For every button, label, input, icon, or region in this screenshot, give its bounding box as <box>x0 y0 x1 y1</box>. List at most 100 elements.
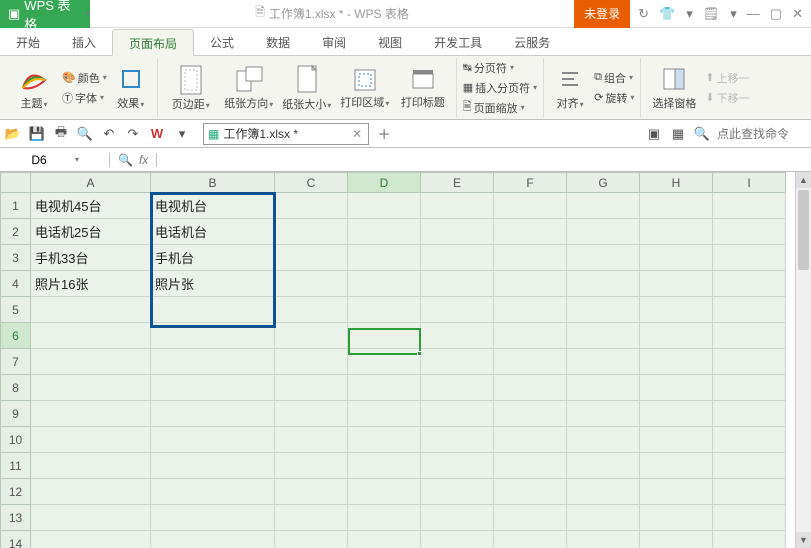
row-9[interactable]: 9 <box>1 401 31 427</box>
cell-A10[interactable] <box>31 427 151 453</box>
cell-H3[interactable] <box>640 245 713 271</box>
cell-F2[interactable] <box>494 219 567 245</box>
doc-tab-close[interactable]: ✕ <box>352 127 362 141</box>
cell-G1[interactable] <box>567 193 640 219</box>
cell-E6[interactable] <box>421 323 494 349</box>
row-7[interactable]: 7 <box>1 349 31 375</box>
close-button[interactable]: ✕ <box>792 6 803 22</box>
cell-F7[interactable] <box>494 349 567 375</box>
cell-E11[interactable] <box>421 453 494 479</box>
qat-dropdown[interactable]: ▾ <box>173 125 191 143</box>
menu-cloud[interactable]: 云服务 <box>498 28 566 55</box>
cell-E9[interactable] <box>421 401 494 427</box>
cell-C10[interactable] <box>275 427 348 453</box>
cell-A11[interactable] <box>31 453 151 479</box>
cell-D10[interactable] <box>348 427 421 453</box>
cell-F8[interactable] <box>494 375 567 401</box>
cell-A12[interactable] <box>31 479 151 505</box>
pagezoom-button[interactable]: 🗎页面缩放▾ <box>463 99 537 117</box>
cell-D8[interactable] <box>348 375 421 401</box>
col-G[interactable]: G <box>567 173 640 193</box>
cell-H13[interactable] <box>640 505 713 531</box>
shirt-icon[interactable]: 👕 <box>659 6 675 22</box>
cell-H5[interactable] <box>640 297 713 323</box>
row-4[interactable]: 4 <box>1 271 31 297</box>
cell-A3[interactable]: 手机33台 <box>31 245 151 271</box>
cell-C14[interactable] <box>275 531 348 548</box>
cell-E8[interactable] <box>421 375 494 401</box>
note-dd-icon[interactable]: ▾ <box>730 6 737 22</box>
cell-I6[interactable] <box>713 323 786 349</box>
cell-B4[interactable]: 照片张 <box>151 271 275 297</box>
cell-H6[interactable] <box>640 323 713 349</box>
newtab-button[interactable]: ＋ <box>375 125 393 143</box>
row-2[interactable]: 2 <box>1 219 31 245</box>
align-button[interactable]: 对齐▾ <box>550 59 590 117</box>
cell-H4[interactable] <box>640 271 713 297</box>
cell-A5[interactable] <box>31 297 151 323</box>
cell-E2[interactable] <box>421 219 494 245</box>
papersize-button[interactable]: 纸张大小▾ <box>280 59 334 117</box>
cell-B6[interactable] <box>151 323 275 349</box>
cell-I1[interactable] <box>713 193 786 219</box>
cell-I14[interactable] <box>713 531 786 548</box>
col-B[interactable]: B <box>151 173 275 193</box>
font-button[interactable]: Ⓣ字体▾ <box>62 89 107 107</box>
menu-review[interactable]: 审阅 <box>306 28 362 55</box>
cell-F3[interactable] <box>494 245 567 271</box>
cell-B14[interactable] <box>151 531 275 548</box>
cell-D12[interactable] <box>348 479 421 505</box>
printtitles-button[interactable]: 打印标题 <box>396 59 450 117</box>
cell-H2[interactable] <box>640 219 713 245</box>
cell-I3[interactable] <box>713 245 786 271</box>
maximize-button[interactable]: ▢ <box>770 6 782 22</box>
cell-C1[interactable] <box>275 193 348 219</box>
spreadsheet-grid[interactable]: A B C D E F G H I 1电视机45台电视机台 2电话机25台电话机… <box>0 172 795 548</box>
cell-C8[interactable] <box>275 375 348 401</box>
fx-search-icon[interactable]: 🔍 <box>118 153 133 167</box>
cell-C4[interactable] <box>275 271 348 297</box>
cell-C9[interactable] <box>275 401 348 427</box>
cell-E5[interactable] <box>421 297 494 323</box>
skin-dd-icon[interactable]: ▾ <box>686 6 693 22</box>
save-button[interactable]: 💾 <box>28 125 46 143</box>
cell-E4[interactable] <box>421 271 494 297</box>
col-I[interactable]: I <box>713 173 786 193</box>
cell-F13[interactable] <box>494 505 567 531</box>
cell-F1[interactable] <box>494 193 567 219</box>
note-icon[interactable]: 🗒 <box>703 6 720 22</box>
cell-G6[interactable] <box>567 323 640 349</box>
theme-button[interactable]: 主题▾ <box>10 59 58 117</box>
row-5[interactable]: 5 <box>1 297 31 323</box>
cell-H9[interactable] <box>640 401 713 427</box>
wps-home-icon[interactable]: W <box>148 125 166 143</box>
cell-G2[interactable] <box>567 219 640 245</box>
cell-D7[interactable] <box>348 349 421 375</box>
col-A[interactable]: A <box>31 173 151 193</box>
cell-H7[interactable] <box>640 349 713 375</box>
cell-F4[interactable] <box>494 271 567 297</box>
cell-E12[interactable] <box>421 479 494 505</box>
cell-B12[interactable] <box>151 479 275 505</box>
cell-H1[interactable] <box>640 193 713 219</box>
document-tab[interactable]: ▦ 工作簿1.xlsx * ✕ <box>203 123 369 145</box>
cell-B7[interactable] <box>151 349 275 375</box>
printarea-button[interactable]: 打印区域▾ <box>338 59 392 117</box>
cell-G12[interactable] <box>567 479 640 505</box>
row-10[interactable]: 10 <box>1 427 31 453</box>
cell-G5[interactable] <box>567 297 640 323</box>
redo-button[interactable]: ↷ <box>124 125 142 143</box>
cell-A6[interactable] <box>31 323 151 349</box>
cell-C7[interactable] <box>275 349 348 375</box>
cell-H8[interactable] <box>640 375 713 401</box>
cell-H12[interactable] <box>640 479 713 505</box>
cell-E7[interactable] <box>421 349 494 375</box>
cell-I4[interactable] <box>713 271 786 297</box>
cell-I8[interactable] <box>713 375 786 401</box>
cell-E3[interactable] <box>421 245 494 271</box>
row-8[interactable]: 8 <box>1 375 31 401</box>
printpreview-button[interactable]: 🔍 <box>76 125 94 143</box>
row-14[interactable]: 14 <box>1 531 31 548</box>
cell-G10[interactable] <box>567 427 640 453</box>
menu-insert[interactable]: 插入 <box>56 28 112 55</box>
